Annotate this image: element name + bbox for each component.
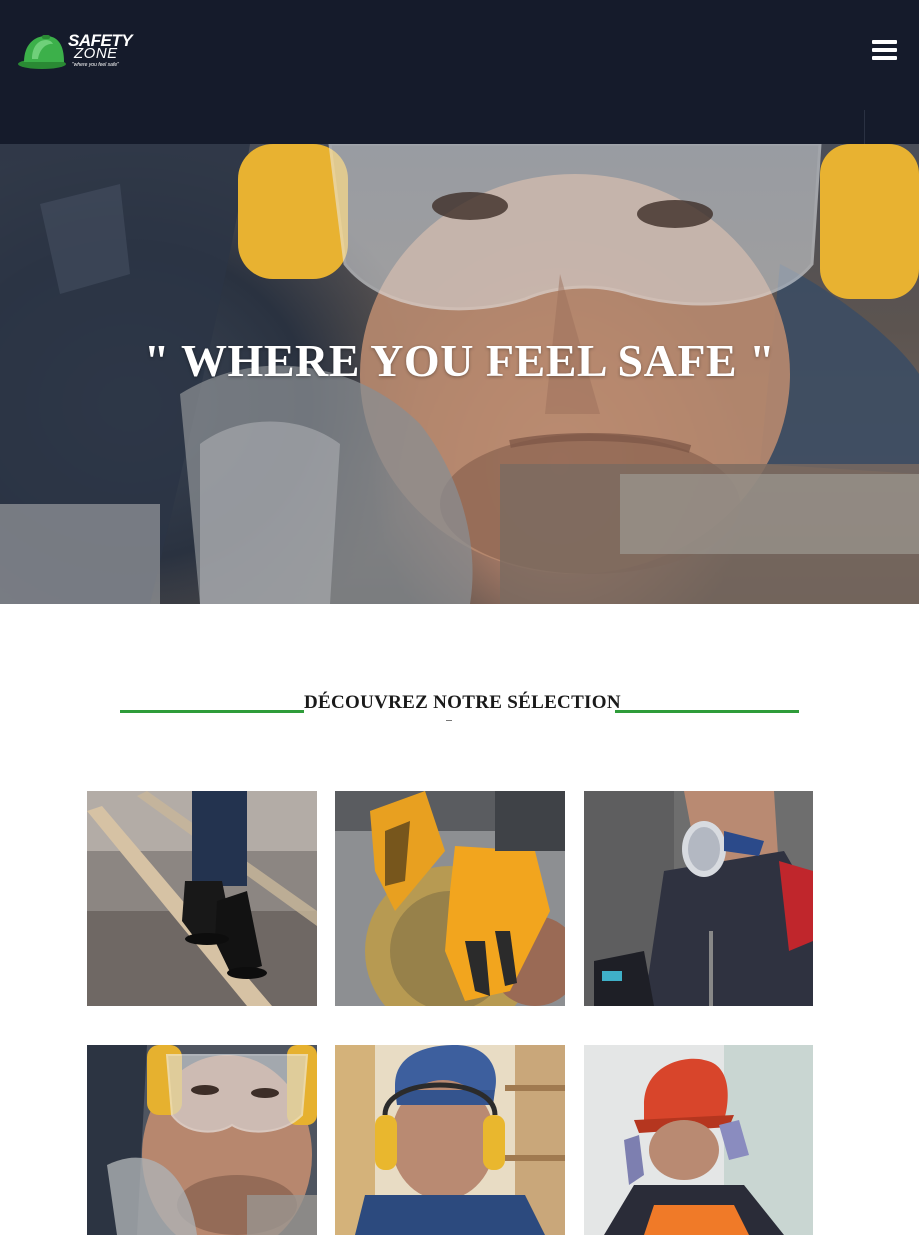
menu-bar (872, 48, 897, 52)
product-card-ear-protection[interactable] (335, 1045, 565, 1235)
product-card-work-gloves[interactable] (335, 791, 565, 1006)
heading-line-left (120, 710, 304, 713)
work-gloves-image (335, 791, 565, 1006)
product-card-safety-goggles-earmuffs[interactable] (87, 1045, 317, 1235)
heading-line-right (615, 710, 799, 713)
logo-line-2: ZONE (74, 45, 118, 62)
header-divider (864, 110, 919, 144)
product-card-hard-hat[interactable] (584, 1045, 814, 1235)
hamburger-menu-icon[interactable] (872, 40, 897, 62)
respirator-mask-image (584, 791, 813, 1006)
heading-dash (446, 720, 452, 721)
safety-goggles-image (87, 1045, 317, 1235)
hero-banner: " WHERE YOU FEEL SAFE " (0, 144, 919, 604)
section-title: DÉCOUVREZ NOTRE SÉLECTION (304, 692, 621, 713)
site-header: SAFETY ZONE "where you feel safe" (0, 0, 919, 144)
product-card-respirator-mask[interactable] (584, 791, 814, 1006)
hero-title: " WHERE YOU FEEL SAFE " (143, 335, 776, 386)
product-card-safety-shoes[interactable] (87, 791, 317, 1006)
menu-bar (872, 56, 897, 60)
section-heading: DÉCOUVREZ NOTRE SÉLECTION (120, 690, 799, 722)
menu-bar (872, 40, 897, 44)
safety-zone-logo[interactable]: SAFETY ZONE "where you feel safe" (18, 31, 133, 73)
safety-shoes-image (87, 791, 317, 1006)
hard-hat-logo-icon (18, 35, 66, 69)
logo-tagline: "where you feel safe" (72, 62, 119, 68)
ear-protection-image (335, 1045, 565, 1235)
hard-hat-image (584, 1045, 813, 1235)
